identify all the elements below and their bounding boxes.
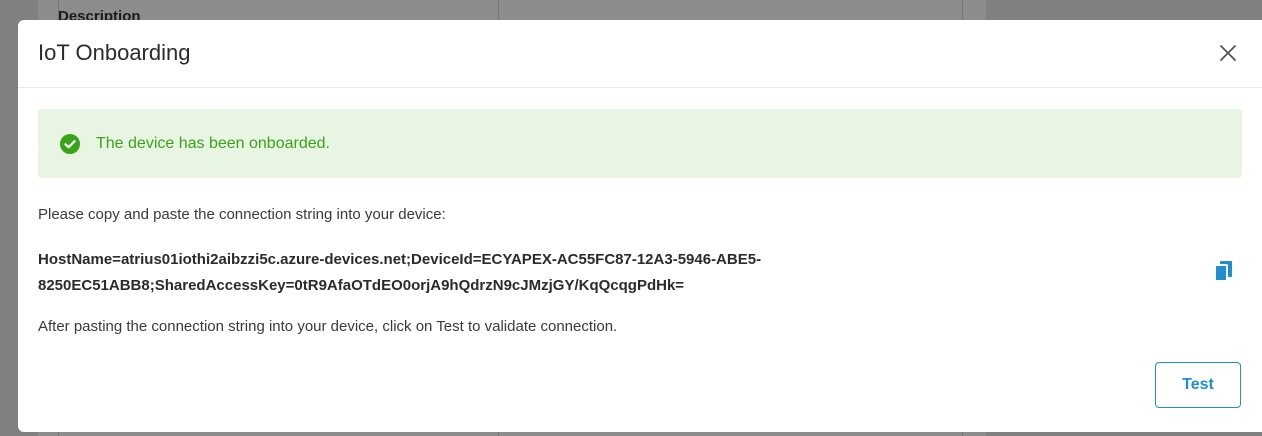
close-button[interactable]	[1216, 41, 1240, 65]
iot-onboarding-dialog: IoT Onboarding The device has been onboa…	[18, 20, 1262, 432]
connection-string-line: 8250EC51ABB8;SharedAccessKey=0tR9AfaOTdE…	[38, 277, 685, 294]
test-button[interactable]: Test	[1155, 362, 1241, 408]
copy-icon	[1214, 261, 1232, 282]
dialog-title: IoT Onboarding	[38, 40, 191, 65]
success-message: The device has been onboarded.	[96, 134, 330, 152]
check-circle-icon	[60, 133, 80, 154]
copy-button[interactable]	[1214, 260, 1234, 282]
instruction-text: Please copy and paste the connection str…	[38, 206, 446, 223]
connection-string-line: HostName=atrius01iothi2aibzzi5c.azure-de…	[38, 251, 762, 268]
dialog-header: IoT Onboarding	[18, 20, 1262, 88]
connection-string: HostName=atrius01iothi2aibzzi5c.azure-de…	[38, 247, 978, 299]
success-alert: The device has been onboarded.	[38, 109, 1242, 178]
close-icon	[1220, 45, 1236, 61]
post-instruction-text: After pasting the connection string into…	[38, 318, 618, 335]
